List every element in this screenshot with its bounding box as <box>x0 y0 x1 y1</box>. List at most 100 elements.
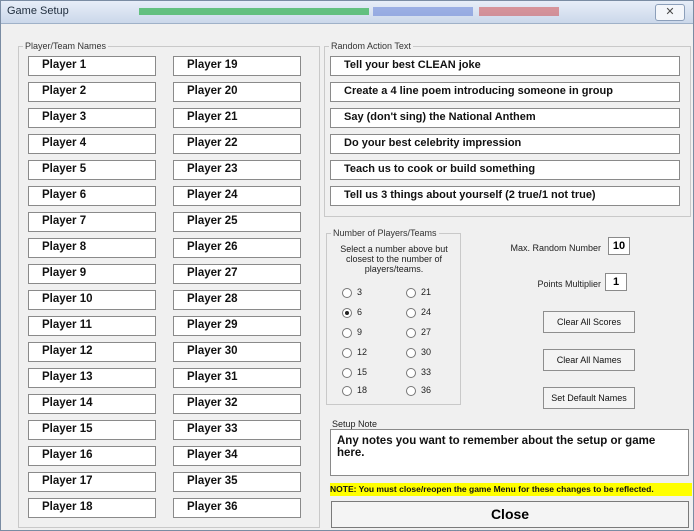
radio-button[interactable] <box>342 287 352 298</box>
player-name-field[interactable]: Player 16 <box>28 446 156 466</box>
radio-option[interactable]: 3 <box>342 287 362 298</box>
player-name-field[interactable]: Player 26 <box>173 238 301 258</box>
radio-label: 12 <box>357 347 368 357</box>
player-name-field[interactable]: Player 27 <box>173 264 301 284</box>
player-name-field[interactable]: Player 7 <box>28 212 156 232</box>
radio-label: 3 <box>357 287 363 297</box>
radio-label: 6 <box>357 307 363 317</box>
radio-option[interactable]: 36 <box>406 385 431 396</box>
player-name-field[interactable]: Player 18 <box>28 498 156 518</box>
player-name-field[interactable]: Player 1 <box>28 56 156 76</box>
radio-label: 27 <box>421 327 432 337</box>
radio-button-selected[interactable] <box>342 307 352 318</box>
radio-button[interactable] <box>342 367 352 378</box>
radio-option[interactable]: 30 <box>406 347 431 358</box>
setup-note-field[interactable]: Any notes you want to remember about the… <box>330 429 689 476</box>
teams-legend: Number of Players/Teams <box>333 228 437 238</box>
player-name-field[interactable]: Player 12 <box>28 342 156 362</box>
action-text-field[interactable]: Tell us 3 things about yourself (2 true/… <box>330 186 680 206</box>
radio-label: 33 <box>421 367 432 377</box>
action-text-field[interactable]: Teach us to cook or build something <box>330 160 680 180</box>
close-button[interactable]: Close <box>331 501 689 528</box>
radio-button[interactable] <box>342 385 352 396</box>
radio-label: 24 <box>421 307 432 317</box>
player-name-field[interactable]: Player 36 <box>173 498 301 518</box>
set-default-names-button[interactable]: Set Default Names <box>543 387 635 409</box>
player-name-field[interactable]: Player 14 <box>28 394 156 414</box>
action-text-field[interactable]: Tell your best CLEAN joke <box>330 56 680 76</box>
radio-button[interactable] <box>406 327 416 338</box>
player-name-field[interactable]: Player 20 <box>173 82 301 102</box>
player-names-legend: Player/Team Names <box>25 41 107 51</box>
player-name-field[interactable]: Player 31 <box>173 368 301 388</box>
max-random-input[interactable]: 10 <box>608 237 630 255</box>
radio-option[interactable]: 24 <box>406 307 431 318</box>
player-name-field[interactable]: Player 2 <box>28 82 156 102</box>
player-name-field[interactable]: Player 11 <box>28 316 156 336</box>
player-name-field[interactable]: Player 34 <box>173 446 301 466</box>
points-multiplier-label: Points Multiplier <box>537 279 601 289</box>
player-name-field[interactable]: Player 8 <box>28 238 156 258</box>
clear-all-scores-button[interactable]: Clear All Scores <box>543 311 635 333</box>
max-random-label: Max. Random Number <box>510 243 601 253</box>
player-name-field[interactable]: Player 13 <box>28 368 156 388</box>
radio-option[interactable]: 12 <box>342 347 367 358</box>
player-name-field[interactable]: Player 19 <box>173 56 301 76</box>
radio-label: 36 <box>421 385 432 395</box>
radio-option[interactable]: 18 <box>342 385 367 396</box>
background-taskbar-strip <box>139 8 369 15</box>
player-name-field[interactable]: Player 9 <box>28 264 156 284</box>
player-name-field[interactable]: Player 6 <box>28 186 156 206</box>
teams-instructions: Select a number above but closest to the… <box>340 244 448 274</box>
player-name-field[interactable]: Player 25 <box>173 212 301 232</box>
player-name-field[interactable]: Player 35 <box>173 472 301 492</box>
warning-note: NOTE: You must close/reopen the game Men… <box>330 483 692 496</box>
game-setup-window: Game Setup ✕ Player/Team Names Player 1 P… <box>0 0 694 531</box>
player-name-field[interactable]: Player 29 <box>173 316 301 336</box>
player-name-field[interactable]: Player 28 <box>173 290 301 310</box>
action-text-field[interactable]: Do your best celebrity impression <box>330 134 680 154</box>
action-text-field[interactable]: Create a 4 line poem introducing someone… <box>330 82 680 102</box>
radio-option[interactable]: 15 <box>342 367 367 378</box>
player-name-field[interactable]: Player 30 <box>173 342 301 362</box>
radio-option[interactable]: 6 <box>342 307 362 318</box>
radio-button[interactable] <box>406 347 416 358</box>
radio-button[interactable] <box>342 347 352 358</box>
radio-button[interactable] <box>342 327 352 338</box>
title-bar: Game Setup ✕ <box>1 1 693 24</box>
radio-option[interactable]: 33 <box>406 367 431 378</box>
radio-option[interactable]: 27 <box>406 327 431 338</box>
radio-label: 9 <box>357 327 363 337</box>
player-name-field[interactable]: Player 33 <box>173 420 301 440</box>
window-title: Game Setup <box>7 5 69 17</box>
points-multiplier-input[interactable]: 1 <box>605 273 627 291</box>
player-name-field[interactable]: Player 4 <box>28 134 156 154</box>
random-action-legend: Random Action Text <box>331 41 411 51</box>
radio-label: 21 <box>421 287 432 297</box>
setup-note-label: Setup Note <box>332 419 378 429</box>
close-icon[interactable]: ✕ <box>655 4 685 21</box>
radio-label: 30 <box>421 347 432 357</box>
action-text-field[interactable]: Say (don't sing) the National Anthem <box>330 108 680 128</box>
player-name-field[interactable]: Player 3 <box>28 108 156 128</box>
radio-button[interactable] <box>406 307 416 318</box>
radio-label: 18 <box>357 385 368 395</box>
radio-button[interactable] <box>406 385 416 396</box>
radio-label: 15 <box>357 367 368 377</box>
radio-button[interactable] <box>406 287 416 298</box>
background-taskbar-strip <box>373 7 473 16</box>
player-name-field[interactable]: Player 22 <box>173 134 301 154</box>
player-name-field[interactable]: Player 32 <box>173 394 301 414</box>
player-name-field[interactable]: Player 10 <box>28 290 156 310</box>
player-name-field[interactable]: Player 24 <box>173 186 301 206</box>
player-name-field[interactable]: Player 5 <box>28 160 156 180</box>
player-name-field[interactable]: Player 21 <box>173 108 301 128</box>
radio-button[interactable] <box>406 367 416 378</box>
player-name-field[interactable]: Player 15 <box>28 420 156 440</box>
player-name-field[interactable]: Player 23 <box>173 160 301 180</box>
background-taskbar-strip <box>479 7 559 16</box>
radio-option[interactable]: 9 <box>342 327 362 338</box>
player-name-field[interactable]: Player 17 <box>28 472 156 492</box>
radio-option[interactable]: 21 <box>406 287 431 298</box>
clear-all-names-button[interactable]: Clear All Names <box>543 349 635 371</box>
